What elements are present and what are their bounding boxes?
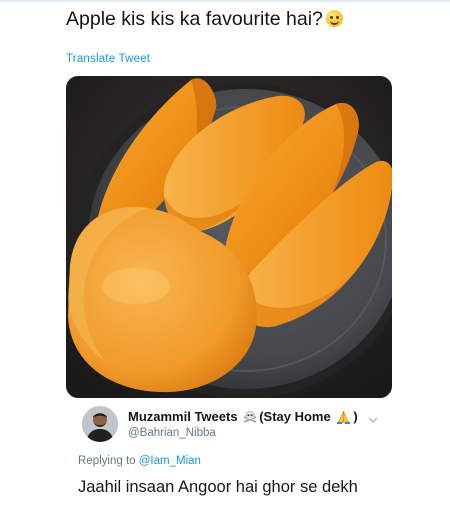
replying-to-user-link[interactable]: @Iam_Mian [139, 455, 201, 467]
author-name-text: Muzammil Tweets [128, 409, 238, 424]
tweet-text-content: Apple kis kis ka favourite hai? [66, 8, 323, 30]
reply-tweet[interactable]: Muzammil Tweets (Stay Home ) @Bahrian_Ni… [66, 398, 392, 506]
mango-slices-photo [66, 76, 392, 398]
author-handle[interactable]: @Bahrian_Nibba [128, 427, 216, 439]
reply-tweet-text: Jaahil insaan Angoor hai ghor se dekh [78, 478, 358, 496]
tweet-text: Apple kis kis ka favourite hai? [66, 6, 343, 32]
author-name[interactable]: Muzammil Tweets (Stay Home ) [128, 409, 358, 427]
author-name-end: ) [353, 409, 358, 424]
translate-tweet-link[interactable]: Translate Tweet [66, 53, 150, 65]
replying-to: Replying to @Iam_Mian [78, 455, 201, 467]
skull-crossbones-icon [243, 410, 257, 427]
tweet-photo[interactable] [66, 76, 392, 398]
top-divider [0, 0, 450, 2]
folded-hands-icon [336, 410, 351, 427]
slightly-smiling-face-icon [325, 10, 343, 27]
author-name-suffix: (Stay Home [259, 409, 331, 424]
chevron-down-icon[interactable] [368, 412, 378, 423]
avatar[interactable] [82, 406, 118, 442]
replying-to-label: Replying to [78, 455, 136, 467]
avatar-image [82, 406, 118, 442]
